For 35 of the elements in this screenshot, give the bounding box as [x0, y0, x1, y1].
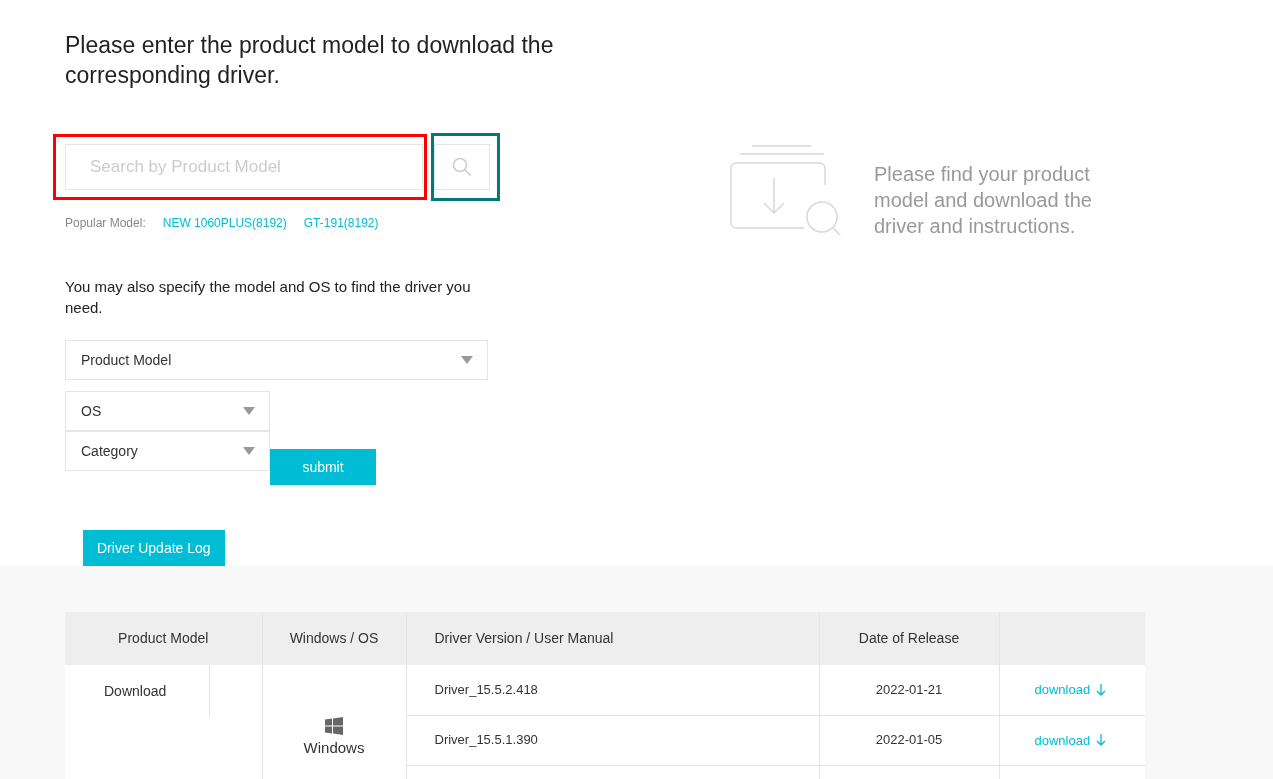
column-header: Date of Release: [858, 630, 960, 646]
column-header: Driver Version / User Manual: [434, 630, 614, 646]
page-heading: Please enter the product model to download the corresponding driver.: [65, 31, 555, 90]
table-cell-text: Windows: [302, 738, 366, 758]
download-arrow-icon: [1096, 684, 1107, 696]
popular-model-label: Popular Model:: [65, 215, 146, 232]
table-cell: Driver_15.5.1.390: [434, 732, 538, 748]
driver-update-log-button[interactable]: Driver Update Log: [83, 530, 225, 566]
select-dropdown[interactable]: OS: [65, 391, 270, 431]
table-cell-text: Download: [104, 681, 167, 701]
select-dropdown[interactable]: Category: [65, 431, 270, 471]
column-header: Windows / OS: [289, 630, 379, 646]
select-dropdown[interactable]: Product Model: [65, 340, 488, 380]
dropdown-arrow-icon: [243, 447, 255, 455]
model-link[interactable]: GT-191(8192): [303, 214, 379, 232]
download-arrow-icon: [1096, 734, 1107, 747]
dropdown-arrow-icon: [243, 407, 255, 415]
column-header: Product Model: [118, 630, 209, 646]
download-search-icon: [730, 145, 844, 235]
model-link[interactable]: NEW 1060PLUS(8192): [162, 214, 287, 232]
table-cell: Driver_15.5.2.418: [434, 682, 538, 697]
download-link[interactable]: download: [1034, 680, 1107, 700]
search-icon: [452, 157, 472, 177]
search-button[interactable]: [434, 144, 490, 190]
info-text: Please find your product model and download the driver and instructions.: [874, 162, 1093, 239]
dropdown-arrow-icon: [461, 356, 473, 364]
select-label: Category: [81, 441, 138, 461]
select-label: OS: [81, 401, 102, 421]
table-cell: 2022-01-21: [875, 682, 943, 697]
table-cell: 2022-01-05: [875, 732, 943, 748]
download-link[interactable]: download: [1034, 730, 1107, 750]
submit-button[interactable]: submit: [270, 449, 376, 485]
instruction-text: You may also specify the model and OS to find the driver you need.: [65, 277, 472, 318]
select-label: Product Model: [81, 350, 172, 370]
windows-logo-icon: [325, 717, 343, 735]
